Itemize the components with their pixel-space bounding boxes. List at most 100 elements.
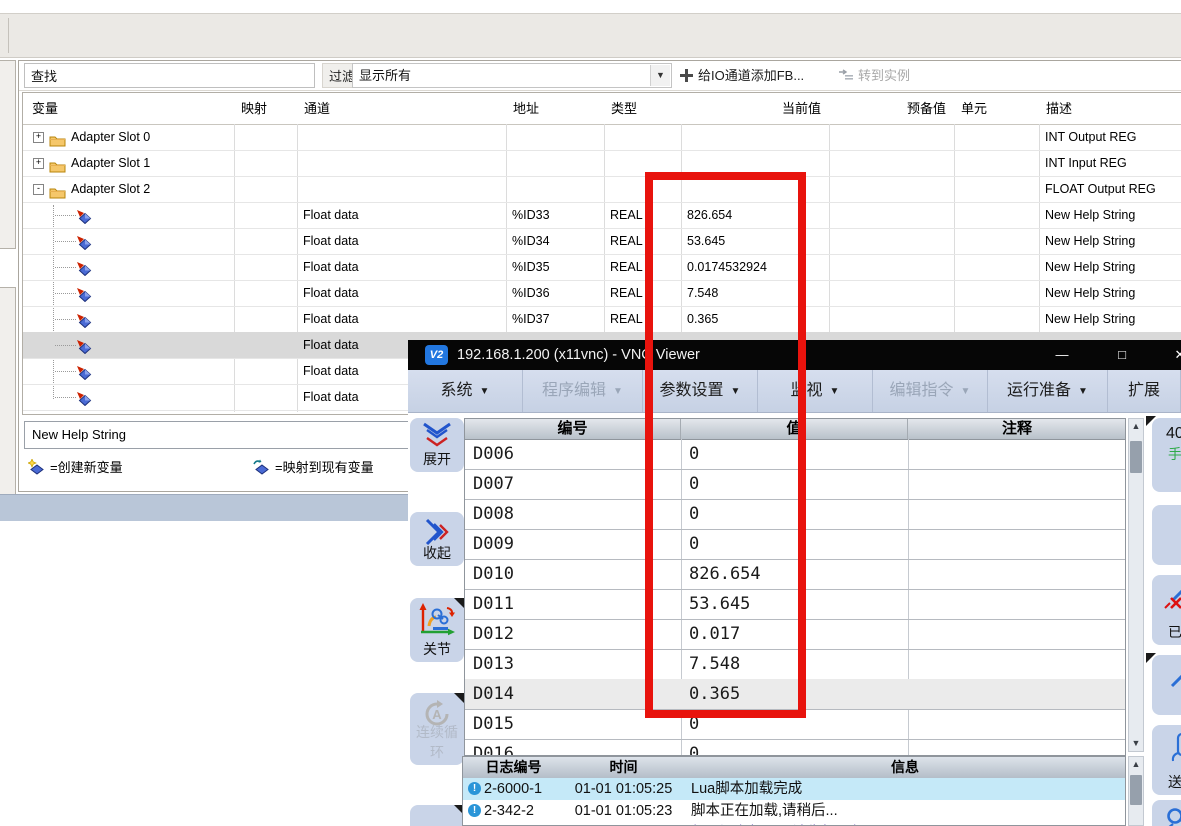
minimize-button[interactable]: —	[1045, 340, 1079, 370]
left-collapsed-panel-bottom[interactable]	[0, 287, 16, 500]
goto-instance-label: 转到实例	[858, 68, 910, 83]
column-header-7[interactable]: 单元	[954, 93, 1039, 124]
magnifier-button[interactable]	[1152, 800, 1181, 826]
log-row[interactable]: !1-926-101-01 00:22:23伺服没有打开，请先打开伺服	[463, 822, 1125, 826]
sidebar-button-展开[interactable]: 展开	[410, 418, 464, 472]
tree-expander[interactable]: -	[33, 184, 44, 195]
cell-mapping	[240, 202, 297, 228]
cell-mapping	[240, 176, 297, 202]
column-header-5[interactable]: 当前值	[681, 93, 829, 124]
register-row[interactable]: D0160	[465, 739, 1125, 756]
register-row[interactable]: D0090	[465, 529, 1125, 560]
mapped-variable-icon	[76, 259, 92, 280]
register-scrollbar[interactable]: ▲ ▼	[1128, 418, 1144, 752]
column-header-2[interactable]: 通道	[297, 93, 506, 124]
cell-log-message: 伺服没有打开，请先打开伺服	[691, 822, 1121, 826]
cell-variable	[25, 228, 234, 254]
log-scrollbar-thumb[interactable]	[1130, 775, 1142, 805]
cell-unit	[960, 202, 1039, 228]
search-input[interactable]: 查找	[24, 63, 315, 88]
column-header-4[interactable]: 类型	[604, 93, 681, 124]
tree-dotted-stub	[55, 215, 76, 216]
register-row[interactable]: D0120.017	[465, 619, 1125, 650]
cell-register-id: D008	[465, 499, 681, 529]
menu-扩展[interactable]: 扩展	[1108, 370, 1181, 412]
register-row[interactable]: D0070	[465, 469, 1125, 500]
mapped-variable-icon	[76, 337, 92, 358]
table-row[interactable]: -Adapter Slot 2FLOAT Output REG	[23, 176, 1181, 203]
add-fb-button[interactable]: 给IO通道添加FB...	[680, 62, 804, 89]
cell-register-value: 0	[681, 469, 908, 499]
log-row[interactable]: !2-6000-101-01 01:05:25Lua脚本加载完成	[463, 778, 1125, 800]
cell-channel	[303, 150, 506, 176]
cell-variable	[25, 384, 234, 410]
log-column-header-1: 时间	[564, 757, 683, 778]
cell-current-value: 826.654	[687, 202, 829, 228]
menu-系统[interactable]: 系统▼	[408, 370, 523, 412]
register-row[interactable]: D010826.654	[465, 559, 1125, 590]
register-table-body: D0060D0070D0080D0090D010826.654D01153.64…	[465, 439, 1125, 755]
register-row[interactable]: D01153.645	[465, 589, 1125, 620]
column-header-8[interactable]: 描述	[1039, 93, 1181, 124]
cell-address	[512, 124, 604, 150]
tree-dotted-stub	[55, 241, 76, 242]
column-header-1[interactable]: 映射	[234, 93, 297, 124]
scroll-up-icon[interactable]: ▲	[1129, 757, 1143, 772]
log-scrollbar[interactable]: ▲	[1128, 756, 1144, 826]
tree-item-label: Adapter Slot 1	[71, 150, 150, 176]
table-row[interactable]: +Adapter Slot 1INT Input REG	[23, 150, 1181, 177]
cell-register-comment	[908, 559, 1126, 589]
sidebar-button-收起[interactable]: 收起	[410, 512, 464, 566]
close-button[interactable]: ✕	[1163, 340, 1181, 370]
scroll-up-icon[interactable]: ▲	[1129, 419, 1143, 434]
table-row[interactable]: Float data%ID37REAL0.365New Help String	[23, 306, 1181, 333]
vnc-window-title: 192.168.1.200 (x11vnc) - VNC Viewer	[457, 340, 700, 370]
tree-expander[interactable]: +	[33, 158, 44, 169]
table-row[interactable]: Float data%ID35REAL0.0174532924New Help …	[23, 254, 1181, 281]
register-table-header: 编号值注释	[465, 419, 1125, 440]
torch-button[interactable]	[1152, 655, 1181, 715]
blank-button[interactable]	[1152, 505, 1181, 565]
register-scrollbar-thumb[interactable]	[1130, 441, 1142, 473]
cell-current-value	[687, 124, 829, 150]
vnc-title-bar[interactable]: V2 192.168.1.200 (x11vnc) - VNC Viewer —…	[408, 340, 1181, 370]
cell-description: New Help String	[1045, 254, 1181, 280]
register-row[interactable]: D0060	[465, 439, 1125, 470]
tree-item-label: Adapter Slot 2	[71, 176, 150, 202]
cell-register-id: D006	[465, 439, 681, 469]
column-header-6[interactable]: 预备值	[829, 93, 954, 124]
cell-register-id: D011	[465, 589, 681, 619]
filter-dropdown[interactable]: 显示所有 ▼	[352, 63, 672, 88]
menu-参数设置[interactable]: 参数设置▼	[643, 370, 758, 412]
register-row[interactable]: D0080	[465, 499, 1125, 530]
cell-type	[610, 150, 681, 176]
column-header-0[interactable]: 变量	[25, 93, 234, 124]
cell-description: New Help String	[1045, 280, 1181, 306]
table-row[interactable]: Float data%ID36REAL7.548New Help String	[23, 280, 1181, 307]
chevron-down-icon: ▼	[830, 386, 840, 397]
maximize-button[interactable]: □	[1105, 340, 1139, 370]
torch-off-button[interactable]: 已关	[1152, 575, 1181, 645]
table-row[interactable]: Float data%ID33REAL826.654New Help Strin…	[23, 202, 1181, 229]
table-row[interactable]: Float data%ID34REAL53.645New Help String	[23, 228, 1181, 255]
log-row[interactable]: !2-342-201-01 01:05:23脚本正在加载,请稍后...	[463, 800, 1125, 822]
chevron-down-icon[interactable]: ▼	[650, 65, 670, 86]
register-row[interactable]: D0137.548	[465, 649, 1125, 680]
left-collapsed-panel-top[interactable]	[0, 60, 16, 249]
wire-feed-button[interactable]: 送丝	[1152, 725, 1181, 795]
speed-mode-button[interactable]: 40%手动	[1152, 418, 1181, 492]
table-row[interactable]: +Adapter Slot 0INT Output REG	[23, 124, 1181, 151]
tree-expander[interactable]: +	[33, 132, 44, 143]
scroll-down-icon[interactable]: ▼	[1129, 736, 1143, 751]
sidebar-button-partial[interactable]	[410, 805, 464, 826]
column-header-3[interactable]: 地址	[506, 93, 604, 124]
cell-log-message: 脚本正在加载,请稍后...	[691, 800, 1121, 822]
cell-variable: +Adapter Slot 0	[25, 124, 234, 150]
menu-运行准备[interactable]: 运行准备▼	[988, 370, 1108, 412]
cell-prepared-value	[835, 176, 954, 202]
register-row[interactable]: D0140.365	[465, 679, 1125, 710]
cell-variable	[25, 332, 234, 358]
sidebar-button-关节[interactable]: 关节	[410, 598, 464, 662]
menu-监视[interactable]: 监视▼	[758, 370, 873, 412]
register-row[interactable]: D0150	[465, 709, 1125, 740]
